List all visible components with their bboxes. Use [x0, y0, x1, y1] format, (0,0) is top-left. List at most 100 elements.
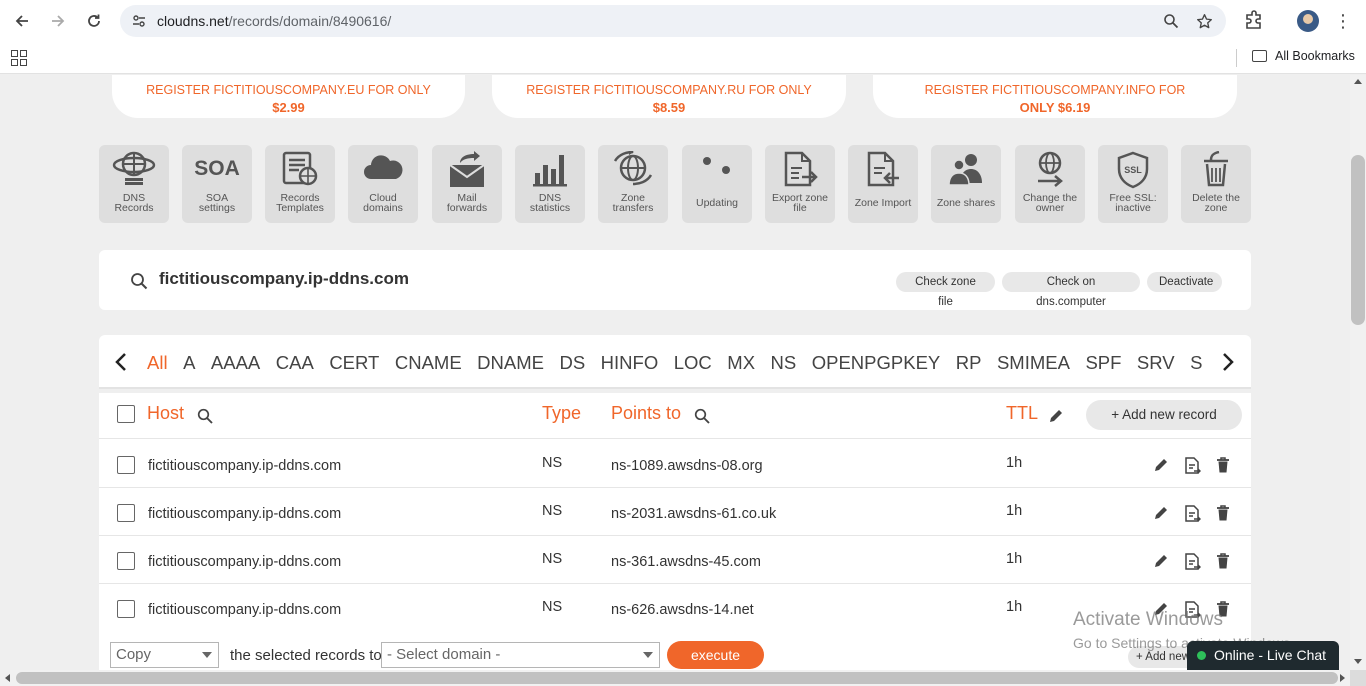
bulk-action-value: Copy	[116, 646, 152, 663]
tab-caa[interactable]: CAA	[276, 335, 314, 387]
row-type: NS	[542, 599, 563, 615]
execute-button[interactable]: execute	[667, 641, 764, 669]
tab-mx[interactable]: MX	[727, 335, 755, 387]
scroll-down-icon[interactable]	[1354, 659, 1362, 664]
tab-a[interactable]: A	[183, 335, 195, 387]
row-checkbox[interactable]	[117, 504, 135, 522]
all-bookmarks-button[interactable]: All Bookmarks	[1252, 49, 1355, 63]
header-ttl[interactable]: TTL	[1006, 403, 1038, 424]
live-chat-button[interactable]: Online - Live Chat	[1187, 641, 1339, 670]
tab-spf[interactable]: SPF	[1085, 335, 1121, 387]
bulk-action-select[interactable]: Copy	[110, 642, 219, 668]
points-to-search-icon[interactable]	[694, 408, 710, 424]
tab-loc[interactable]: LOC	[674, 335, 712, 387]
copy-record-icon[interactable]	[1183, 457, 1201, 475]
scroll-right-icon[interactable]	[1340, 674, 1345, 682]
reload-icon[interactable]	[82, 9, 106, 33]
tile-mail-forwards[interactable]: Mail forwards	[432, 145, 502, 223]
horizontal-scroll-thumb[interactable]	[16, 672, 1338, 684]
row-host: fictitiouscompany.ip-ddns.com	[148, 554, 342, 570]
tile-records-templates[interactable]: Records Templates	[265, 145, 335, 223]
tile-zone-shares[interactable]: Zone shares	[931, 145, 1001, 223]
host-search-icon[interactable]	[197, 408, 213, 424]
tile-zone-import[interactable]: Zone Import	[848, 145, 918, 223]
tile-label: Zone shares	[936, 197, 996, 209]
menu-icon[interactable]: ⋮	[1333, 10, 1353, 32]
add-new-record-button[interactable]: + Add new record	[1086, 400, 1242, 430]
apps-icon[interactable]	[11, 50, 27, 66]
site-info-icon[interactable]	[130, 12, 148, 30]
promo-eu[interactable]: REGISTER FICTITIOUSCOMPANY.EU FOR ONLY $…	[112, 75, 465, 118]
row-checkbox[interactable]	[117, 600, 135, 618]
edit-record-icon[interactable]	[1153, 505, 1171, 523]
back-icon[interactable]	[10, 9, 34, 33]
header-host[interactable]: Host	[147, 403, 184, 424]
tile-export-zone-file[interactable]: Export zone file	[765, 145, 835, 223]
tab-smimea[interactable]: SMIMEA	[997, 335, 1070, 387]
promo-info[interactable]: REGISTER FICTITIOUSCOMPANY.INFO FOR ONLY…	[873, 75, 1237, 118]
tile-label: DNS Records	[114, 192, 154, 214]
tile-dns-statistics[interactable]: DNS statistics	[515, 145, 585, 223]
records-table: Host Type Points to TTL + Add new record…	[99, 393, 1251, 643]
select-all-checkbox[interactable]	[117, 405, 135, 423]
deactivate-button[interactable]: Deactivate	[1147, 272, 1222, 292]
check-dns-computer-button[interactable]: Check on dns.computer	[1002, 272, 1140, 308]
tile-cloud-domains[interactable]: Cloud domains	[348, 145, 418, 223]
vertical-scroll-thumb[interactable]	[1351, 155, 1365, 325]
address-bar[interactable]: cloudns.net/records/domain/8490616/	[120, 5, 1226, 37]
promo-ru[interactable]: REGISTER FICTITIOUSCOMPANY.RU FOR ONLY $…	[492, 75, 846, 118]
zone-tools: DNS Records SOA SOA settings Records Templa…	[99, 145, 1251, 223]
header-points-to[interactable]: Points to	[611, 403, 681, 424]
promo-price: ONLY $6.19	[1019, 100, 1091, 115]
forward-icon[interactable]	[46, 9, 70, 33]
tab-cert[interactable]: CERT	[329, 335, 379, 387]
delete-record-icon[interactable]	[1215, 505, 1233, 523]
url-text[interactable]: cloudns.net/records/domain/8490616/	[157, 13, 391, 29]
tab-ns[interactable]: NS	[771, 335, 797, 387]
profile-avatar[interactable]	[1297, 10, 1319, 32]
target-domain-select[interactable]: - Select domain -	[381, 642, 660, 668]
tab-dname[interactable]: DNAME	[477, 335, 544, 387]
tab-aaaa[interactable]: AAAA	[211, 335, 260, 387]
tile-dns-records[interactable]: DNS Records	[99, 145, 169, 223]
zoom-icon[interactable]	[1161, 11, 1181, 31]
tile-delete-zone[interactable]: Delete the zone	[1181, 145, 1251, 223]
header-type[interactable]: Type	[542, 403, 581, 424]
tab-sshfp[interactable]: SSHFP	[1190, 335, 1203, 387]
delete-record-icon[interactable]	[1215, 457, 1233, 475]
tab-hinfo[interactable]: HINFO	[601, 335, 659, 387]
tab-all[interactable]: All	[147, 335, 168, 387]
star-icon[interactable]	[1194, 11, 1214, 31]
edit-record-icon[interactable]	[1153, 457, 1171, 475]
tile-change-owner[interactable]: Change the owner	[1015, 145, 1085, 223]
search-icon[interactable]	[130, 272, 148, 290]
row-checkbox[interactable]	[117, 552, 135, 570]
tabs-next-icon[interactable]	[1218, 350, 1238, 374]
horizontal-scrollbar[interactable]	[0, 670, 1350, 686]
tile-label: Zone Import	[854, 197, 912, 209]
tab-openpgpkey[interactable]: OPENPGPKEY	[812, 335, 941, 387]
vertical-scrollbar[interactable]	[1350, 75, 1366, 670]
tab-srv[interactable]: SRV	[1137, 335, 1175, 387]
target-domain-value: - Select domain -	[387, 646, 501, 663]
row-checkbox[interactable]	[117, 456, 135, 474]
edit-record-icon[interactable]	[1153, 553, 1171, 571]
delete-record-icon[interactable]	[1215, 553, 1233, 571]
tabs-prev-icon[interactable]	[111, 350, 131, 374]
check-zone-file-button[interactable]: Check zone file	[896, 272, 995, 308]
extensions-icon[interactable]	[1243, 9, 1267, 33]
tile-free-ssl[interactable]: SSL Free SSL: inactive	[1098, 145, 1168, 223]
tab-cname[interactable]: CNAME	[395, 335, 462, 387]
tab-ds[interactable]: DS	[559, 335, 585, 387]
tile-updating[interactable]: Updating	[682, 145, 752, 223]
scroll-up-icon[interactable]	[1354, 79, 1362, 84]
tile-soa-settings[interactable]: SOA SOA settings	[182, 145, 252, 223]
tile-zone-transfers[interactable]: Zone transfers	[598, 145, 668, 223]
copy-record-icon[interactable]	[1183, 505, 1201, 523]
copy-record-icon[interactable]	[1183, 553, 1201, 571]
tab-rp[interactable]: RP	[956, 335, 982, 387]
ttl-edit-icon[interactable]	[1048, 408, 1064, 424]
row-ttl: 1h	[1006, 599, 1023, 615]
scroll-left-icon[interactable]	[5, 674, 10, 682]
browser-toolbar: cloudns.net/records/domain/8490616/ ⋮	[0, 0, 1366, 42]
